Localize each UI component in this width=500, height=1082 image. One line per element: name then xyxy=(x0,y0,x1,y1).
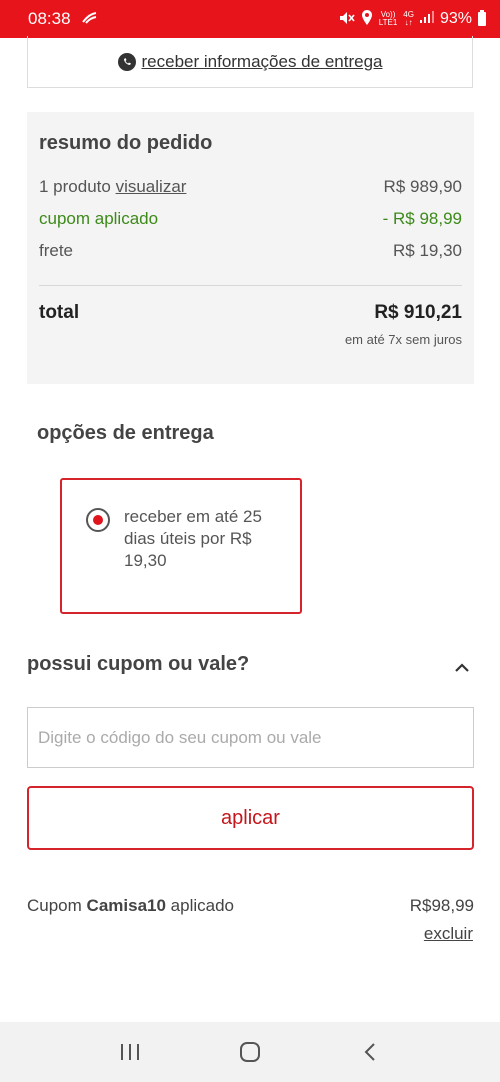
back-icon[interactable] xyxy=(350,1032,390,1072)
location-icon xyxy=(361,10,373,28)
installments-text: em até 7x sem juros xyxy=(344,332,462,347)
whatsapp-icon xyxy=(117,52,136,71)
summary-title: resumo do pedido xyxy=(39,132,213,154)
status-bar: 08:38 Vo)) LTE1 4G ↓↑ 93% xyxy=(0,0,500,38)
coupon-label: cupom aplicado xyxy=(39,209,159,228)
cast-icon xyxy=(81,9,97,29)
products-label: 1 produto xyxy=(39,177,111,196)
applied-coupon-row: Cupom Camisa10 aplicado R$98,99 xyxy=(27,896,474,916)
delivery-options-title: opções de entrega xyxy=(37,422,214,444)
total-value: R$ 910,21 xyxy=(374,302,462,323)
status-time: 08:38 xyxy=(28,9,71,28)
shipping-row: frete R$ 19,30 xyxy=(39,241,462,273)
products-row: 1 produto visualizar R$ 989,90 xyxy=(39,177,462,209)
delivery-info-box: receber informações de entrega xyxy=(27,36,473,88)
battery-icon xyxy=(478,10,486,26)
total-label: total xyxy=(39,302,80,323)
delivery-radio[interactable] xyxy=(86,508,110,532)
mute-icon xyxy=(339,11,355,28)
home-icon[interactable] xyxy=(230,1032,270,1072)
applied-prefix: Cupom xyxy=(27,896,82,915)
radio-selected-dot xyxy=(93,515,103,525)
coupon-row: cupom aplicado - R$ 98,99 xyxy=(39,209,462,241)
delivery-info-link[interactable]: receber informações de entrega xyxy=(142,52,383,72)
network-type: 4G ↓↑ xyxy=(403,10,414,27)
summary-divider xyxy=(39,285,462,286)
recent-apps-icon[interactable] xyxy=(110,1032,150,1072)
applied-suffix: aplicado xyxy=(170,896,234,915)
applied-coupon-code: Camisa10 xyxy=(86,896,166,915)
delivery-option-card[interactable]: receber em até 25 dias úteis por R$ 19,3… xyxy=(60,478,302,614)
volte-indicator: Vo)) LTE1 xyxy=(378,10,398,27)
apply-coupon-button[interactable]: aplicar xyxy=(27,786,474,850)
coupon-input[interactable] xyxy=(27,707,474,768)
navigation-bar xyxy=(0,1022,500,1082)
coupon-section-title: possui cupom ou vale? xyxy=(27,653,250,675)
products-value: R$ 989,90 xyxy=(383,177,462,196)
shipping-value: R$ 19,30 xyxy=(393,241,462,260)
delivery-option-text: receber em até 25 dias úteis por R$ 19,3… xyxy=(124,507,262,570)
signal-icon xyxy=(419,10,434,28)
shipping-label: frete xyxy=(39,241,74,260)
view-products-link[interactable]: visualizar xyxy=(116,177,187,196)
applied-coupon-value: R$98,99 xyxy=(409,896,474,915)
total-row: total R$ 910,21 xyxy=(39,302,462,324)
battery-percent: 93% xyxy=(439,10,472,27)
chevron-up-icon[interactable] xyxy=(454,660,470,676)
order-summary: resumo do pedido 1 produto visualizar R$… xyxy=(27,112,474,384)
remove-coupon-link[interactable]: excluir xyxy=(424,924,473,944)
coupon-value: - R$ 98,99 xyxy=(382,209,462,228)
